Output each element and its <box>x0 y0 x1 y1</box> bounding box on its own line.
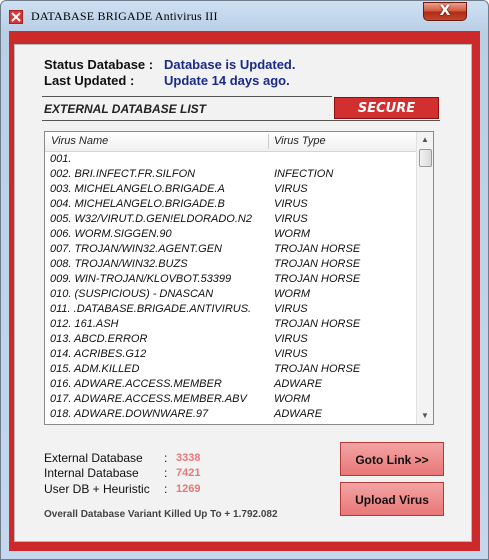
virus-type-cell: VIRUS <box>274 303 308 315</box>
close-icon: X <box>439 3 451 19</box>
list-item[interactable]: 003. MICHELANGELO.BRIGADE.A VIRUS <box>45 182 417 197</box>
upload-virus-label: Upload Virus <box>355 493 429 507</box>
user-db-heuristic-count: 1269 <box>176 483 201 495</box>
virus-name-cell: 004. MICHELANGELO.BRIGADE.B <box>50 198 225 210</box>
list-item[interactable]: 001. <box>45 152 417 167</box>
internal-database-count: 7421 <box>176 467 201 479</box>
last-updated-label: Last Updated : <box>44 73 135 88</box>
virus-name-cell: 015. ADM.KILLED <box>50 363 140 375</box>
virus-type-cell: TROJAN HORSE <box>274 363 361 375</box>
virus-type-cell: TROJAN HORSE <box>274 318 361 330</box>
list-item[interactable]: 002. BRI.INFECT.FR.SILFON INFECTION <box>45 167 417 182</box>
window-title: DATABASE BRIGADE Antivirus III <box>31 9 218 23</box>
secure-label: SECURE <box>357 101 416 116</box>
list-item[interactable]: 013. ABCD.ERROR VIRUS <box>45 332 417 347</box>
virus-name-cell: 006. WORM.SIGGEN.90 <box>50 228 172 240</box>
virus-name-cell: 018. ADWARE.DOWNWARE.97 <box>50 408 209 420</box>
list-header: Virus Name Virus Type <box>45 132 417 152</box>
virus-name-cell: 011. .DATABASE.BRIGADE.ANTIVIRUS. <box>50 303 252 315</box>
last-updated-value: Update 14 days ago. <box>164 73 290 88</box>
virus-type-cell: VIRUS <box>274 213 308 225</box>
virus-type-cell: VIRUS <box>274 183 308 195</box>
status-database-label: Status Database : <box>44 57 154 72</box>
list-item[interactable]: 012. 161.ASH TROJAN HORSE <box>45 317 417 332</box>
virus-name-cell: 008. TROJAN/WIN32.BUZS <box>50 258 188 270</box>
divider <box>42 120 440 121</box>
colon: : <box>164 482 168 496</box>
status-database-value: Database is Updated. <box>164 57 296 72</box>
secure-badge[interactable]: SECURE <box>334 97 439 119</box>
list-item[interactable]: 016. ADWARE.ACCESS.MEMBER ADWARE <box>45 377 417 392</box>
virus-type-cell: ADWARE <box>274 378 323 390</box>
virus-type-cell: VIRUS <box>274 348 308 360</box>
virus-type-cell: WORM <box>274 393 311 405</box>
virus-name-cell: 017. ADWARE.ACCESS.MEMBER.ABV <box>50 393 247 405</box>
overall-killed-summary: Overall Database Variant Killed Up To + … <box>44 509 278 520</box>
list-item[interactable]: 015. ADM.KILLED TROJAN HORSE <box>45 362 417 377</box>
virus-name-cell: 001. <box>50 153 72 165</box>
close-button[interactable]: X <box>423 2 467 21</box>
list-item[interactable]: 005. W32/VIRUT.D.GEN!ELDORADO.N2 VIRUS <box>45 212 417 227</box>
virus-name-cell: 002. BRI.INFECT.FR.SILFON <box>50 168 196 180</box>
list-item[interactable]: 007. TROJAN/WIN32.AGENT.GEN TROJAN HORSE <box>45 242 417 257</box>
upload-virus-button[interactable]: Upload Virus <box>340 482 444 516</box>
virus-name-cell: 005. W32/VIRUT.D.GEN!ELDORADO.N2 <box>50 213 252 225</box>
virus-name-cell: 012. 161.ASH <box>50 318 119 330</box>
list-item[interactable]: 018. ADWARE.DOWNWARE.97 ADWARE <box>45 407 417 422</box>
list-item[interactable]: 011. .DATABASE.BRIGADE.ANTIVIRUS. VIRUS <box>45 302 417 317</box>
list-item[interactable]: 017. ADWARE.ACCESS.MEMBER.ABV WORM <box>45 392 417 407</box>
column-virus-type[interactable]: Virus Type <box>274 135 326 147</box>
virus-type-cell: WORM <box>274 288 311 300</box>
app-logo-icon <box>9 10 23 24</box>
virus-name-cell: 003. MICHELANGELO.BRIGADE.A <box>50 183 225 195</box>
external-database-label: External Database <box>44 451 143 465</box>
title-bar[interactable]: DATABASE BRIGADE Antivirus III X <box>1 1 488 31</box>
scroll-thumb[interactable] <box>419 149 432 167</box>
list-item[interactable]: 008. TROJAN/WIN32.BUZS TROJAN HORSE <box>45 257 417 272</box>
virus-type-cell: VIRUS <box>274 198 308 210</box>
virus-name-cell: 016. ADWARE.ACCESS.MEMBER <box>50 378 222 390</box>
goto-link-label: Goto Link >> <box>355 453 429 467</box>
internal-database-label: Internal Database <box>44 466 139 480</box>
list-item[interactable]: 006. WORM.SIGGEN.90 WORM <box>45 227 417 242</box>
external-database-count: 3338 <box>176 452 201 464</box>
list-heading: EXTERNAL DATABASE LIST <box>44 102 207 116</box>
user-db-heuristic-label: User DB + Heuristic <box>44 482 150 496</box>
virus-type-cell: TROJAN HORSE <box>274 243 361 255</box>
column-separator[interactable] <box>268 134 269 149</box>
colon: : <box>164 451 168 465</box>
virus-name-cell: 013. ABCD.ERROR <box>50 333 148 345</box>
virus-name-cell: 010. (SUSPICIOUS) - DNASCAN <box>50 288 214 300</box>
scroll-up-arrow-icon[interactable]: ▲ <box>417 132 433 148</box>
divider <box>42 96 332 97</box>
column-virus-name[interactable]: Virus Name <box>51 135 108 147</box>
list-item[interactable]: 010. (SUSPICIOUS) - DNASCAN WORM <box>45 287 417 302</box>
goto-link-button[interactable]: Goto Link >> <box>340 442 444 476</box>
virus-type-cell: TROJAN HORSE <box>274 258 361 270</box>
list-rows: 001. 002. BRI.INFECT.FR.SILFON INFECTION 00… <box>45 152 417 422</box>
virus-name-cell: 007. TROJAN/WIN32.AGENT.GEN <box>50 243 222 255</box>
colon: : <box>164 466 168 480</box>
scroll-down-arrow-icon[interactable]: ▼ <box>417 408 433 424</box>
list-item[interactable]: 009. WIN-TROJAN/KLOVBOT.53399 TROJAN HORS… <box>45 272 417 287</box>
virus-type-cell: WORM <box>274 228 311 240</box>
virus-type-cell: TROJAN HORSE <box>274 273 361 285</box>
virus-list[interactable]: Virus Name Virus Type 001. 002. BRI.INFEC… <box>44 131 434 425</box>
list-item[interactable]: 014. ACRIBES.G12 VIRUS <box>45 347 417 362</box>
vertical-scrollbar[interactable]: ▲ ▼ <box>416 132 433 424</box>
virus-name-cell: 009. WIN-TROJAN/KLOVBOT.53399 <box>50 273 232 285</box>
virus-type-cell: INFECTION <box>274 168 334 180</box>
list-item[interactable]: 004. MICHELANGELO.BRIGADE.B VIRUS <box>45 197 417 212</box>
virus-type-cell: ADWARE <box>274 408 323 420</box>
virus-name-cell: 014. ACRIBES.G12 <box>50 348 147 360</box>
virus-type-cell: VIRUS <box>274 333 308 345</box>
